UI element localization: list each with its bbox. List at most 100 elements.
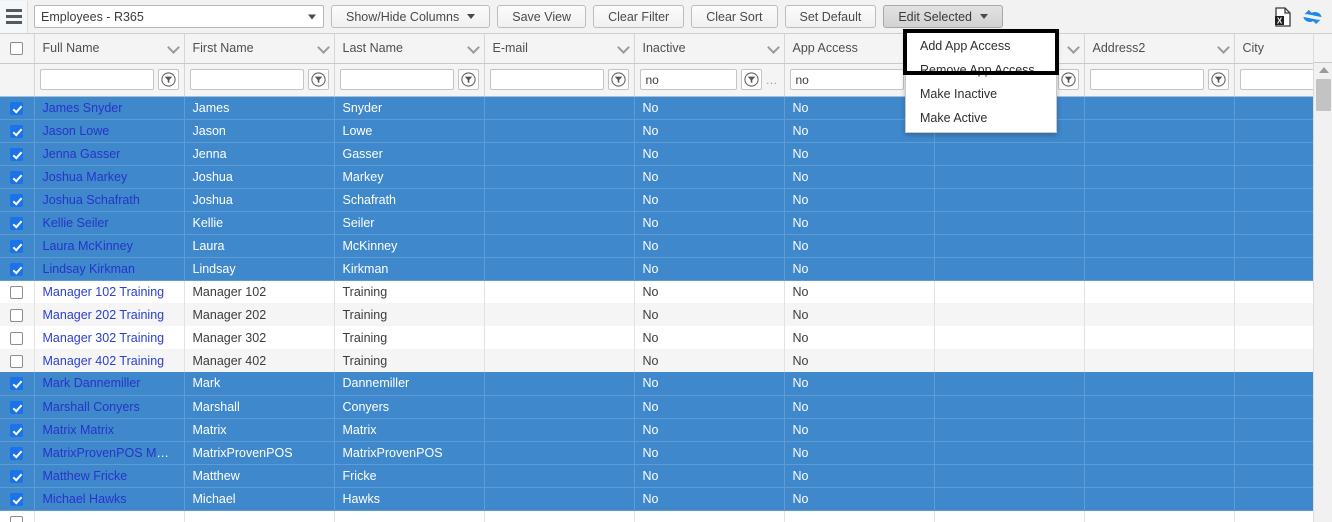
row-select-cell[interactable] (0, 487, 35, 511)
table-row[interactable] (0, 510, 1332, 522)
employee-name-link[interactable]: Matrix Matrix (43, 423, 115, 437)
table-row[interactable]: Joshua Schafrath Joshua Schafrath No No (0, 188, 1332, 212)
select-all-header[interactable] (0, 34, 35, 64)
row-checkbox[interactable] (10, 285, 24, 299)
table-row[interactable]: Matthew Fricke Matthew Fricke No No (0, 464, 1332, 488)
row-checkbox[interactable] (10, 308, 24, 322)
filter-input-email[interactable] (489, 69, 604, 90)
scroll-thumb[interactable] (1316, 79, 1331, 111)
row-checkbox[interactable] (10, 239, 24, 253)
employee-name-link[interactable]: James Snyder (43, 101, 123, 115)
row-checkbox[interactable] (10, 515, 24, 522)
row-checkbox[interactable] (10, 216, 24, 230)
chevron-down-icon[interactable] (316, 41, 330, 54)
excel-export-icon[interactable]: X (1270, 4, 1296, 30)
row-checkbox[interactable] (10, 492, 24, 506)
filter-button-full_name[interactable] (157, 69, 179, 90)
row-select-cell[interactable] (0, 510, 35, 522)
row-checkbox[interactable] (10, 101, 24, 115)
employee-name-link[interactable]: Manager 402 Training (43, 354, 165, 368)
row-select-cell[interactable] (0, 96, 35, 120)
row-select-cell[interactable] (0, 395, 35, 419)
chevron-down-icon[interactable] (616, 41, 630, 54)
filter-input-app_access[interactable] (789, 69, 904, 90)
clear-filter-button[interactable]: Clear Filter (593, 5, 685, 28)
filter-input-city[interactable] (1239, 69, 1318, 90)
table-row[interactable]: Manager 102 Training Manager 102 Training N… (0, 280, 1332, 303)
filter-input-full_name[interactable] (39, 69, 154, 90)
clear-sort-button[interactable]: Clear Sort (691, 5, 778, 28)
refresh-icon[interactable] (1300, 4, 1326, 30)
employee-name-link[interactable]: Joshua Schafrath (43, 193, 140, 207)
employee-name-link[interactable]: Kellie Seiler (43, 216, 109, 230)
row-select-cell[interactable] (0, 349, 35, 372)
row-select-cell[interactable] (0, 188, 35, 212)
table-row[interactable]: MatrixProvenPOS Ma… MatrixProvenPOS Matrix… (0, 441, 1332, 465)
table-row[interactable]: Marshall Conyers Marshall Conyers No No (0, 395, 1332, 419)
filter-input-inactive[interactable] (639, 69, 737, 90)
table-row[interactable]: Joshua Markey Joshua Markey No No (0, 165, 1332, 189)
vertical-scrollbar[interactable] (1313, 63, 1332, 522)
row-checkbox[interactable] (10, 170, 24, 184)
table-row[interactable]: Manager 402 Training Manager 402 Training N… (0, 349, 1332, 372)
table-row[interactable]: Jenna Gasser Jenna Gasser No No (0, 142, 1332, 166)
filter-button-address2[interactable] (1207, 69, 1229, 90)
employee-name-link[interactable]: Lindsay Kirkman (43, 262, 135, 276)
row-select-cell[interactable] (0, 165, 35, 189)
edit-selected-button[interactable]: Edit Selected (883, 5, 1004, 28)
menu-item-make-active[interactable]: Make Active (906, 106, 1056, 130)
employee-name-link[interactable]: Manager 202 Training (43, 308, 165, 322)
menu-item-remove-app-access[interactable]: Remove App Access (906, 58, 1056, 82)
row-select-cell[interactable] (0, 211, 35, 235)
chevron-down-icon[interactable] (166, 41, 180, 54)
edit-selected-menu[interactable]: Add App Access Remove App Access Make In… (905, 31, 1057, 133)
row-select-cell[interactable] (0, 257, 35, 281)
column-header-last_name[interactable]: Last Name (334, 34, 485, 64)
employee-name-link[interactable]: Manager 102 Training (43, 285, 165, 299)
row-checkbox[interactable] (10, 446, 24, 460)
filter-button-inactive[interactable] (740, 69, 762, 90)
save-view-button[interactable]: Save View (497, 5, 587, 28)
table-row[interactable]: Laura McKinney Laura McKinney No No (0, 234, 1332, 258)
menu-item-add-app-access[interactable]: Add App Access (906, 34, 1056, 58)
table-row[interactable]: Mark Dannemiller Mark Dannemiller No No (0, 372, 1332, 396)
table-row[interactable]: Manager 202 Training Manager 202 Training N… (0, 303, 1332, 326)
table-row[interactable]: Michael Hawks Michael Hawks No No (0, 487, 1332, 511)
employee-name-link[interactable]: MatrixProvenPOS Ma… (43, 446, 176, 460)
employee-name-link[interactable]: Matthew Fricke (43, 469, 128, 483)
row-checkbox[interactable] (10, 423, 24, 437)
filter-button-first_name[interactable] (307, 69, 329, 90)
filter-more-inactive[interactable]: … (766, 73, 779, 87)
row-select-cell[interactable] (0, 464, 35, 488)
row-select-cell[interactable] (0, 372, 35, 396)
employee-name-link[interactable]: Jenna Gasser (43, 147, 121, 161)
employee-name-link[interactable]: Mark Dannemiller (43, 376, 141, 390)
row-select-cell[interactable] (0, 418, 35, 442)
chevron-down-icon[interactable] (466, 41, 480, 54)
column-header-first_name[interactable]: First Name (184, 34, 335, 64)
chevron-down-icon[interactable] (766, 41, 780, 54)
row-checkbox[interactable] (10, 354, 24, 368)
filter-button-email[interactable] (607, 69, 629, 90)
row-checkbox[interactable] (10, 193, 24, 207)
table-row[interactable]: Manager 302 Training Manager 302 Training N… (0, 326, 1332, 349)
row-select-cell[interactable] (0, 441, 35, 465)
table-row[interactable]: Lindsay Kirkman Lindsay Kirkman No No (0, 257, 1332, 281)
row-checkbox[interactable] (10, 147, 24, 161)
view-select[interactable]: Employees - R365 (34, 5, 324, 28)
column-header-inactive[interactable]: Inactive (634, 34, 785, 64)
employee-name-link[interactable]: Marshall Conyers (43, 400, 140, 414)
column-header-address2[interactable]: Address2 (1084, 34, 1235, 64)
employee-name-link[interactable]: Joshua Markey (43, 170, 128, 184)
chevron-down-icon[interactable] (1216, 41, 1230, 54)
show-hide-columns-button[interactable]: Show/Hide Columns (331, 5, 491, 28)
row-select-cell[interactable] (0, 234, 35, 258)
filter-button-last_name[interactable] (457, 69, 479, 90)
row-select-cell[interactable] (0, 326, 35, 349)
table-row[interactable]: James Snyder James Snyder No No (0, 96, 1332, 120)
filter-input-last_name[interactable] (339, 69, 454, 90)
row-select-cell[interactable] (0, 280, 35, 303)
scroll-up-arrow-icon[interactable] (1314, 63, 1332, 77)
filter-input-first_name[interactable] (189, 69, 304, 90)
column-header-email[interactable]: E-mail (484, 34, 635, 64)
